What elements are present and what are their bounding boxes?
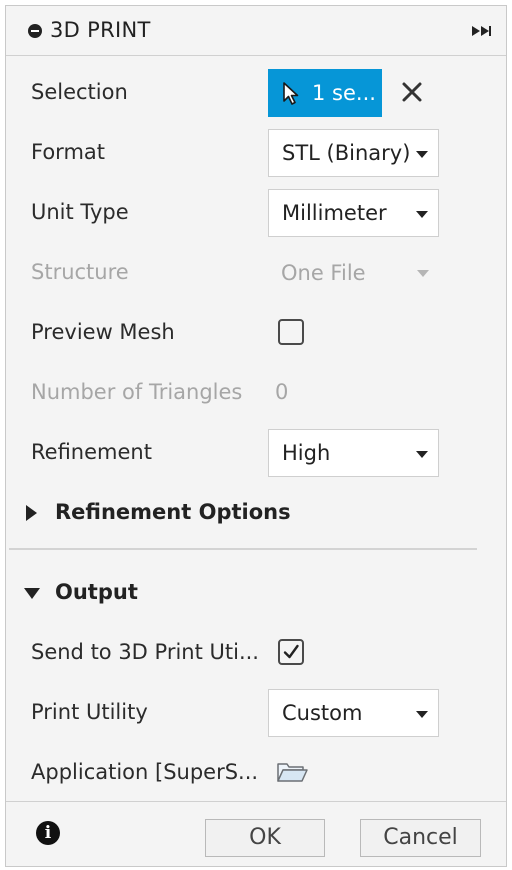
chevron-down-icon xyxy=(417,270,429,277)
format-select[interactable]: STL (Binary) xyxy=(268,129,439,177)
collapse-icon[interactable] xyxy=(28,24,42,38)
folder-icon[interactable] xyxy=(276,761,308,783)
dialog-footer: i OK Cancel xyxy=(6,801,506,866)
ok-button[interactable]: OK xyxy=(205,819,325,857)
format-value: STL (Binary) xyxy=(282,141,411,165)
structure-select: One File xyxy=(268,249,439,297)
refinement-options-label: Refinement Options xyxy=(55,500,291,524)
3d-print-dialog: 3D PRINT Selection 1 se... Format STL (B… xyxy=(5,5,507,867)
unit-type-select[interactable]: Millimeter xyxy=(268,189,439,237)
triangles-label: Number of Triangles xyxy=(31,380,243,404)
print-utility-select[interactable]: Custom xyxy=(268,689,439,737)
cancel-button[interactable]: Cancel xyxy=(360,819,481,857)
unit-type-value: Millimeter xyxy=(282,201,387,225)
structure-label: Structure xyxy=(31,260,129,284)
expand-arrows-icon[interactable] xyxy=(472,25,492,37)
refinement-value: High xyxy=(282,441,331,465)
unit-type-label: Unit Type xyxy=(31,200,129,224)
output-label: Output xyxy=(55,580,138,604)
refinement-options-header[interactable]: Refinement Options xyxy=(6,482,506,542)
chevron-down-icon xyxy=(416,151,428,158)
chevron-down-icon xyxy=(416,451,428,458)
selection-value: 1 se... xyxy=(312,81,376,105)
dialog-body: Selection 1 se... Format STL (Binary) Un… xyxy=(6,57,506,801)
dialog-title: 3D PRINT xyxy=(50,18,151,42)
section-divider xyxy=(9,548,477,550)
application-row: Application [SuperS... xyxy=(6,742,506,802)
send-to-utility-checkbox[interactable] xyxy=(278,639,304,665)
print-utility-label: Print Utility xyxy=(31,700,148,724)
dialog-titlebar: 3D PRINT xyxy=(6,6,506,56)
preview-mesh-checkbox[interactable] xyxy=(278,319,304,345)
print-utility-value: Custom xyxy=(282,701,363,725)
structure-value: One File xyxy=(281,261,366,285)
info-icon[interactable]: i xyxy=(36,821,60,845)
checkmark-icon xyxy=(283,644,299,659)
preview-mesh-row: Preview Mesh xyxy=(6,302,506,362)
refinement-label: Refinement xyxy=(31,440,152,464)
send-to-utility-row: Send to 3D Print Uti... xyxy=(6,622,506,682)
structure-row: Structure One File xyxy=(6,242,506,302)
expand-triangle-icon xyxy=(26,505,37,521)
selection-row: Selection 1 se... xyxy=(6,62,506,122)
selection-button[interactable]: 1 se... xyxy=(268,69,382,117)
chevron-down-icon xyxy=(416,211,428,218)
pointer-icon xyxy=(283,82,299,105)
refinement-select[interactable]: High xyxy=(268,429,439,477)
selection-label: Selection xyxy=(31,80,128,104)
format-label: Format xyxy=(31,140,106,164)
refinement-row: Refinement High xyxy=(6,422,506,482)
format-row: Format STL (Binary) xyxy=(6,122,506,182)
triangles-value: 0 xyxy=(275,380,289,404)
unit-type-row: Unit Type Millimeter xyxy=(6,182,506,242)
triangles-row: Number of Triangles 0 xyxy=(6,362,506,422)
chevron-down-icon xyxy=(416,711,428,718)
collapse-triangle-icon xyxy=(24,588,40,599)
application-label: Application [SuperS... xyxy=(31,760,259,784)
send-to-utility-label: Send to 3D Print Uti... xyxy=(31,640,259,664)
output-header[interactable]: Output xyxy=(6,562,506,622)
preview-mesh-label: Preview Mesh xyxy=(31,320,175,344)
close-icon[interactable] xyxy=(400,80,424,104)
print-utility-row: Print Utility Custom xyxy=(6,682,506,742)
